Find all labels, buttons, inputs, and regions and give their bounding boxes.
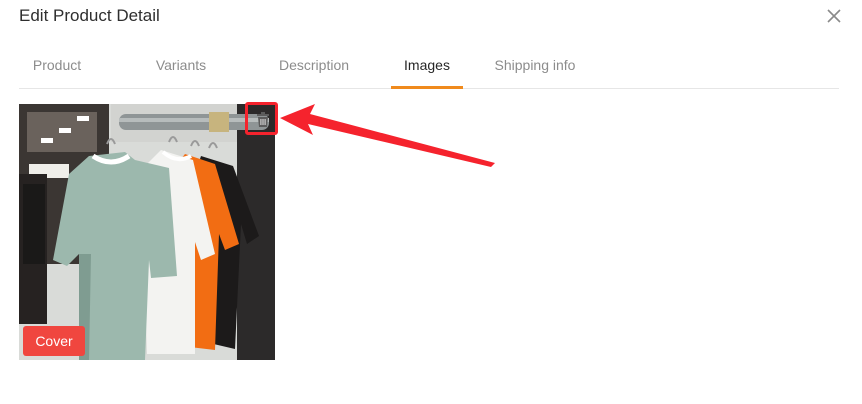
tab-images[interactable]: Images bbox=[391, 48, 463, 89]
product-image-card[interactable]: Cover bbox=[19, 104, 275, 360]
product-photo bbox=[19, 104, 275, 360]
tab-shipping-info[interactable]: Shipping info bbox=[475, 48, 595, 88]
close-icon[interactable] bbox=[824, 6, 844, 26]
cover-badge: Cover bbox=[23, 326, 85, 356]
tab-product[interactable]: Product bbox=[19, 48, 95, 88]
tab-variants[interactable]: Variants bbox=[111, 48, 251, 88]
tab-description[interactable]: Description bbox=[259, 48, 369, 88]
trash-icon[interactable] bbox=[252, 108, 274, 130]
tab-bar: Product Variants Description Images Ship… bbox=[19, 48, 839, 89]
modal-title: Edit Product Detail bbox=[19, 6, 160, 25]
annotation-arrow bbox=[280, 104, 495, 167]
